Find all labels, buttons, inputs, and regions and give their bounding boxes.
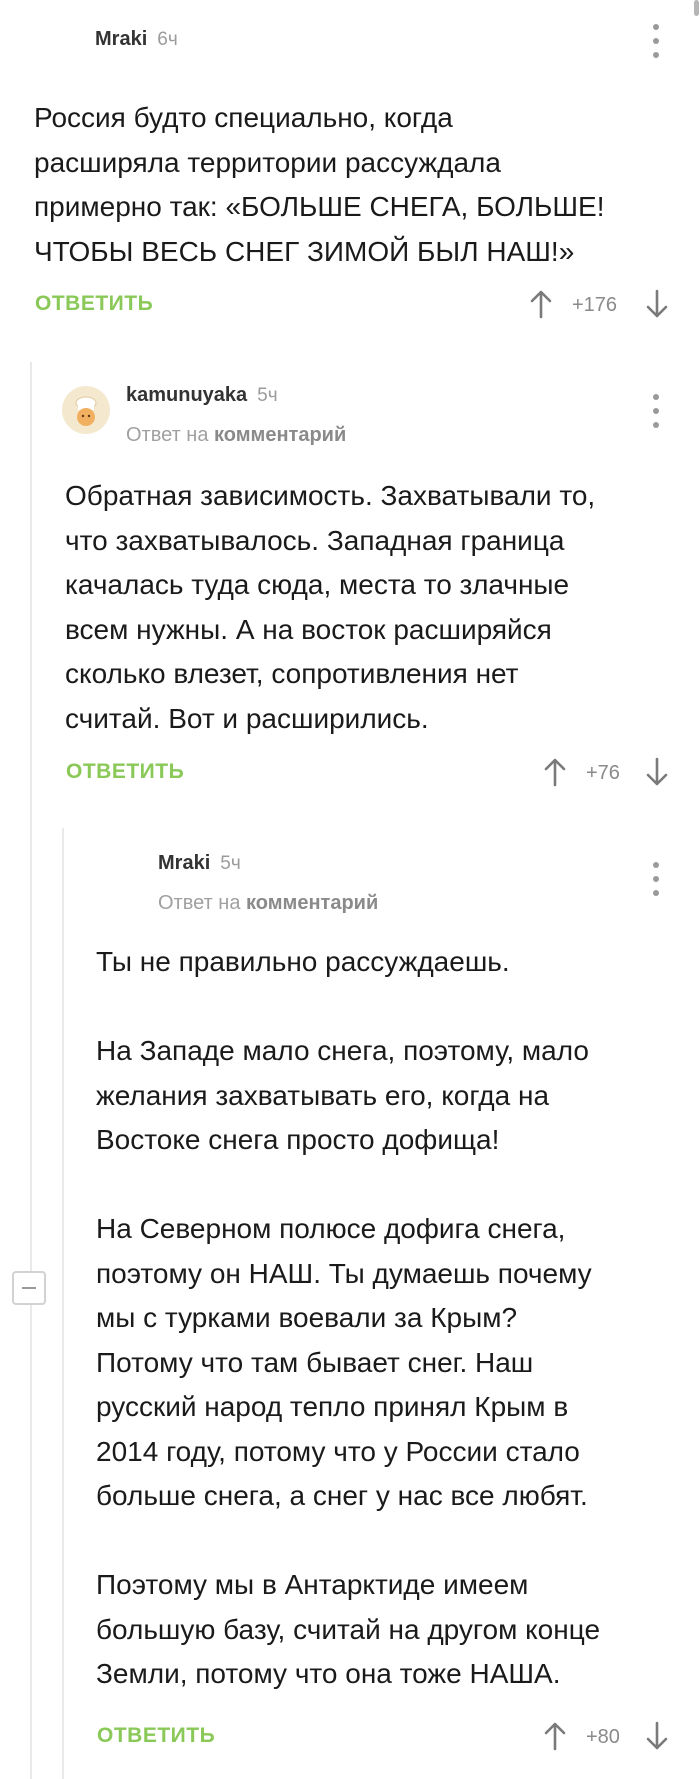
comment-time: 6ч xyxy=(157,29,178,50)
comment-text: Обратная зависимость. Захватывали то, чт… xyxy=(65,480,596,734)
arrow-down-icon[interactable] xyxy=(646,1721,668,1751)
arrow-up-icon[interactable] xyxy=(530,289,552,319)
comment-score: +76 xyxy=(586,762,620,784)
reply-to-link[interactable]: комментарий xyxy=(214,424,346,446)
comment-header: Mraki 6ч xyxy=(95,28,178,51)
reply-to-line: Ответ на комментарий xyxy=(158,892,378,915)
more-vertical-icon[interactable] xyxy=(652,394,660,428)
reply-to-line: Ответ на комментарий xyxy=(126,424,346,447)
reply-to-prefix: Ответ на xyxy=(158,892,241,914)
author-name[interactable]: Mraki xyxy=(158,852,210,874)
chef-avatar[interactable] xyxy=(62,386,110,434)
scrollbar-thumb[interactable] xyxy=(694,0,699,16)
reply-button[interactable]: ОТВЕТИТЬ xyxy=(66,760,184,784)
author-name[interactable]: Mraki xyxy=(95,28,147,50)
comment-text: Россия будто специально, когда расширяла… xyxy=(34,102,605,267)
comment-time: 5ч xyxy=(220,853,241,874)
arrow-up-icon[interactable] xyxy=(544,1721,566,1751)
reply-to-link[interactable]: комментарий xyxy=(246,892,378,914)
comment-reply: kamunuyaka 5ч Ответ на комментарий Обратн… xyxy=(0,370,700,810)
author-name[interactable]: kamunuyaka xyxy=(126,384,247,406)
reply-button[interactable]: ОТВЕТИТЬ xyxy=(35,292,153,316)
more-vertical-icon[interactable] xyxy=(652,862,660,896)
reply-to-prefix: Ответ на xyxy=(126,424,209,446)
more-vertical-icon[interactable] xyxy=(652,24,660,58)
comment-time: 5ч xyxy=(257,385,278,406)
comment: Mraki 6ч Россия будто специально, когда р… xyxy=(0,0,700,340)
arrow-up-icon[interactable] xyxy=(544,757,566,787)
comment-score: +176 xyxy=(572,294,618,316)
comment-text: Ты не правильно рассуждаешь. На Западе м… xyxy=(96,946,601,1689)
arrow-down-icon[interactable] xyxy=(646,289,668,319)
comment-score: +80 xyxy=(586,1726,620,1748)
comment-header: Mraki 5ч xyxy=(158,852,241,875)
comment-header: kamunuyaka 5ч xyxy=(126,384,278,407)
reply-button[interactable]: ОТВЕТИТЬ xyxy=(97,1724,215,1748)
arrow-down-icon[interactable] xyxy=(646,757,668,787)
comment-reply: Mraki 5ч Ответ на комментарий Ты не прави… xyxy=(0,838,700,1779)
